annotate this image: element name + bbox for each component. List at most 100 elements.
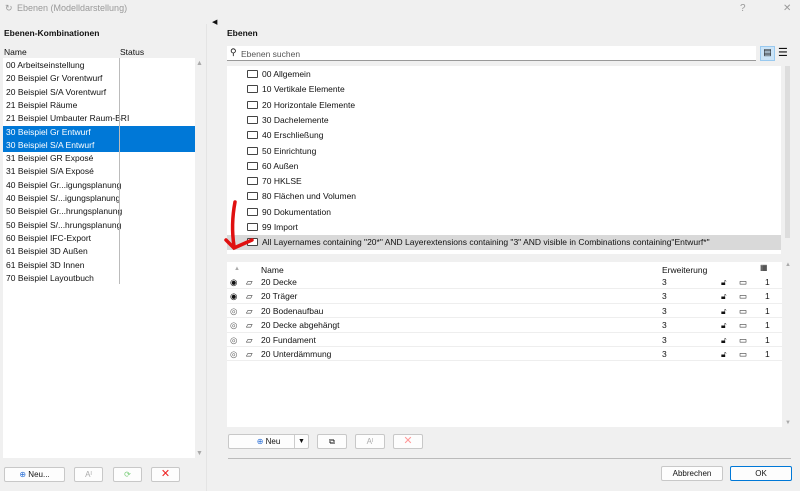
col-name-header[interactable]: Name: [4, 47, 27, 57]
eye-hidden-icon[interactable]: ◎: [230, 347, 237, 361]
combination-item[interactable]: 21 Beispiel Räume: [3, 99, 195, 112]
delete-button[interactable]: ✕: [151, 467, 180, 482]
lock-icon[interactable]: 🔓︎: [721, 318, 727, 332]
eye-hidden-icon[interactable]: ◎: [230, 304, 237, 318]
wireframe-icon[interactable]: ▱: [246, 318, 253, 332]
table-scroll-down-icon[interactable]: ▼: [785, 420, 791, 426]
intersection-group-icon[interactable]: ▭: [739, 304, 747, 318]
search-input[interactable]: ⚲ Ebenen suchen: [227, 46, 756, 61]
layer-table[interactable]: ▲ Name Erweiterung ▦ ◉ ▱ 20 Decke 3 🔓︎ ▭ 1 ◉ ▱ 20…: [227, 262, 782, 427]
refresh-button[interactable]: ⟳: [113, 467, 142, 482]
wireframe-icon[interactable]: ▱: [246, 275, 253, 289]
combination-item[interactable]: 30 Beispiel S/A Entwurf: [3, 138, 195, 153]
scroll-up-icon[interactable]: ▲: [196, 60, 203, 67]
combination-item[interactable]: 40 Beispiel Gr...igungsplanung: [3, 179, 195, 192]
intersection-group-icon[interactable]: ▭: [739, 333, 747, 347]
layer-row[interactable]: ◎ ▱ 20 Unterdämmung 3 🔓︎ ▭ 1: [227, 347, 782, 362]
intersection-group-icon[interactable]: ▭: [739, 318, 747, 332]
lock-icon[interactable]: 🔓︎: [721, 289, 727, 303]
layer-row[interactable]: ◎ ▱ 20 Decke abgehängt 3 🔓︎ ▭ 1: [227, 318, 782, 333]
folder-list[interactable]: 00 Allgemein 10 Vertikale Elemente 20 Hori…: [227, 66, 781, 254]
pen-number[interactable]: 1: [765, 275, 770, 289]
combination-item[interactable]: 31 Beispiel GR Exposé: [3, 152, 195, 165]
folder-item[interactable]: 50 Einrichtung: [247, 144, 316, 159]
pen-number[interactable]: 1: [765, 333, 770, 347]
splitter[interactable]: [206, 24, 207, 491]
combinations-heading: Ebenen-Kombinationen: [4, 28, 100, 38]
close-button[interactable]: ✕: [783, 3, 791, 14]
intersection-group-icon[interactable]: ▭: [739, 289, 747, 303]
layer-settings-button[interactable]: ⧉: [317, 434, 347, 449]
folder-view-button[interactable]: ▤: [760, 46, 775, 61]
layer-row[interactable]: ◉ ▱ 20 Träger 3 🔓︎ ▭ 1: [227, 289, 782, 304]
folder-item[interactable]: 70 HKLSE: [247, 174, 302, 189]
pen-number[interactable]: 1: [765, 347, 770, 361]
lock-icon[interactable]: 🔓︎: [721, 275, 727, 289]
delete-layer-button[interactable]: ✕: [393, 434, 423, 449]
col-status-header[interactable]: Status: [120, 47, 144, 57]
combination-item[interactable]: 20 Beispiel S/A Vorentwurf: [3, 86, 195, 99]
wireframe-icon[interactable]: ▱: [246, 289, 253, 303]
folder-tree-icon: ▤: [763, 47, 772, 57]
rename-layer-button[interactable]: Aᴵ: [355, 434, 385, 449]
layer-row[interactable]: ◎ ▱ 20 Bodenaufbau 3 🔓︎ ▭ 1: [227, 304, 782, 319]
sort-icon[interactable]: ▲: [234, 266, 240, 272]
combination-item[interactable]: 31 Beispiel S/A Exposé: [3, 165, 195, 178]
pen-header-icon[interactable]: ▦: [760, 263, 768, 272]
eye-icon[interactable]: ◉: [230, 289, 237, 303]
combination-item[interactable]: 30 Beispiel Gr Entwurf: [3, 125, 195, 139]
wireframe-icon[interactable]: ▱: [246, 333, 253, 347]
folder-item[interactable]: 40 Erschließung: [247, 128, 323, 143]
combination-item[interactable]: 60 Beispiel IFC-Export: [3, 232, 195, 245]
intersection-group-icon[interactable]: ▭: [739, 275, 747, 289]
eye-hidden-icon[interactable]: ◎: [230, 333, 237, 347]
col-extension-header[interactable]: Erweiterung: [662, 265, 707, 275]
combination-item[interactable]: 50 Beispiel S/...hrungsplanung: [3, 219, 195, 232]
folder-item[interactable]: 10 Vertikale Elemente: [247, 82, 345, 97]
lock-icon[interactable]: 🔓︎: [721, 347, 727, 361]
collapse-panel-icon[interactable]: ◀: [212, 18, 217, 26]
scroll-down-icon[interactable]: ▼: [196, 450, 203, 457]
folder-item[interactable]: 30 Dachelemente: [247, 113, 329, 128]
wireframe-icon[interactable]: ▱: [246, 304, 253, 318]
combination-item[interactable]: 40 Beispiel S/...igungsplanung: [3, 192, 195, 205]
combination-item[interactable]: 21 Beispiel Umbauter Raum-BRI: [3, 112, 195, 125]
pen-number[interactable]: 1: [765, 289, 770, 303]
eye-hidden-icon[interactable]: ◎: [230, 318, 237, 332]
combination-item[interactable]: 70 Beispiel Layoutbuch: [3, 272, 195, 285]
cancel-button[interactable]: Abbrechen: [661, 466, 723, 481]
combination-item[interactable]: 61 Beispiel 3D Außen: [3, 245, 195, 258]
table-scroll-up-icon[interactable]: ▲: [785, 262, 791, 268]
folder-scrollbar[interactable]: [785, 66, 790, 238]
rename-icon: Aᴵ: [366, 437, 374, 446]
ok-button[interactable]: OK: [730, 466, 792, 481]
lock-icon[interactable]: 🔓︎: [721, 304, 727, 318]
rename-button[interactable]: Aᴵ: [74, 467, 103, 482]
eye-icon[interactable]: ◉: [230, 275, 237, 289]
combination-item[interactable]: 00 Arbeitseinstellung: [3, 59, 195, 72]
folder-item[interactable]: 00 Allgemein: [247, 67, 311, 82]
lock-icon[interactable]: 🔓︎: [721, 333, 727, 347]
col-name-header[interactable]: Name: [261, 265, 284, 275]
combination-item[interactable]: 61 Beispiel 3D Innen: [3, 259, 195, 272]
wireframe-icon[interactable]: ▱: [246, 347, 253, 361]
combination-item[interactable]: 20 Beispiel Gr Vorentwurf: [3, 72, 195, 85]
pen-number[interactable]: 1: [765, 304, 770, 318]
combinations-list[interactable]: 00 Arbeitseinstellung 20 Beispiel Gr Vore…: [3, 58, 195, 458]
folder-item[interactable]: 60 Außen: [247, 159, 298, 174]
new-layer-button[interactable]: ⊕ Neu ▼: [228, 434, 309, 449]
new-combination-button[interactable]: ⊕ Neu...: [4, 467, 65, 482]
layer-row[interactable]: ◎ ▱ 20 Fundament 3 🔓︎ ▭ 1: [227, 333, 782, 347]
list-view-button[interactable]: ☰: [778, 46, 788, 59]
dropdown-arrow-icon[interactable]: ▼: [294, 435, 308, 448]
folder-item[interactable]: All Layernames containing "20*" AND Laye…: [227, 235, 781, 251]
layer-row[interactable]: ◉ ▱ 20 Decke 3 🔓︎ ▭ 1: [227, 275, 782, 290]
refresh-icon: ⟳: [124, 470, 131, 479]
folder-item[interactable]: 80 Flächen und Volumen: [247, 189, 356, 204]
help-button[interactable]: ?: [740, 3, 746, 14]
folder-item[interactable]: 20 Horizontale Elemente: [247, 98, 355, 113]
pen-number[interactable]: 1: [765, 318, 770, 332]
combination-item[interactable]: 50 Beispiel Gr...hrungsplanung: [3, 205, 195, 218]
layer-name: 20 Fundament: [261, 334, 316, 345]
intersection-group-icon[interactable]: ▭: [739, 347, 747, 361]
